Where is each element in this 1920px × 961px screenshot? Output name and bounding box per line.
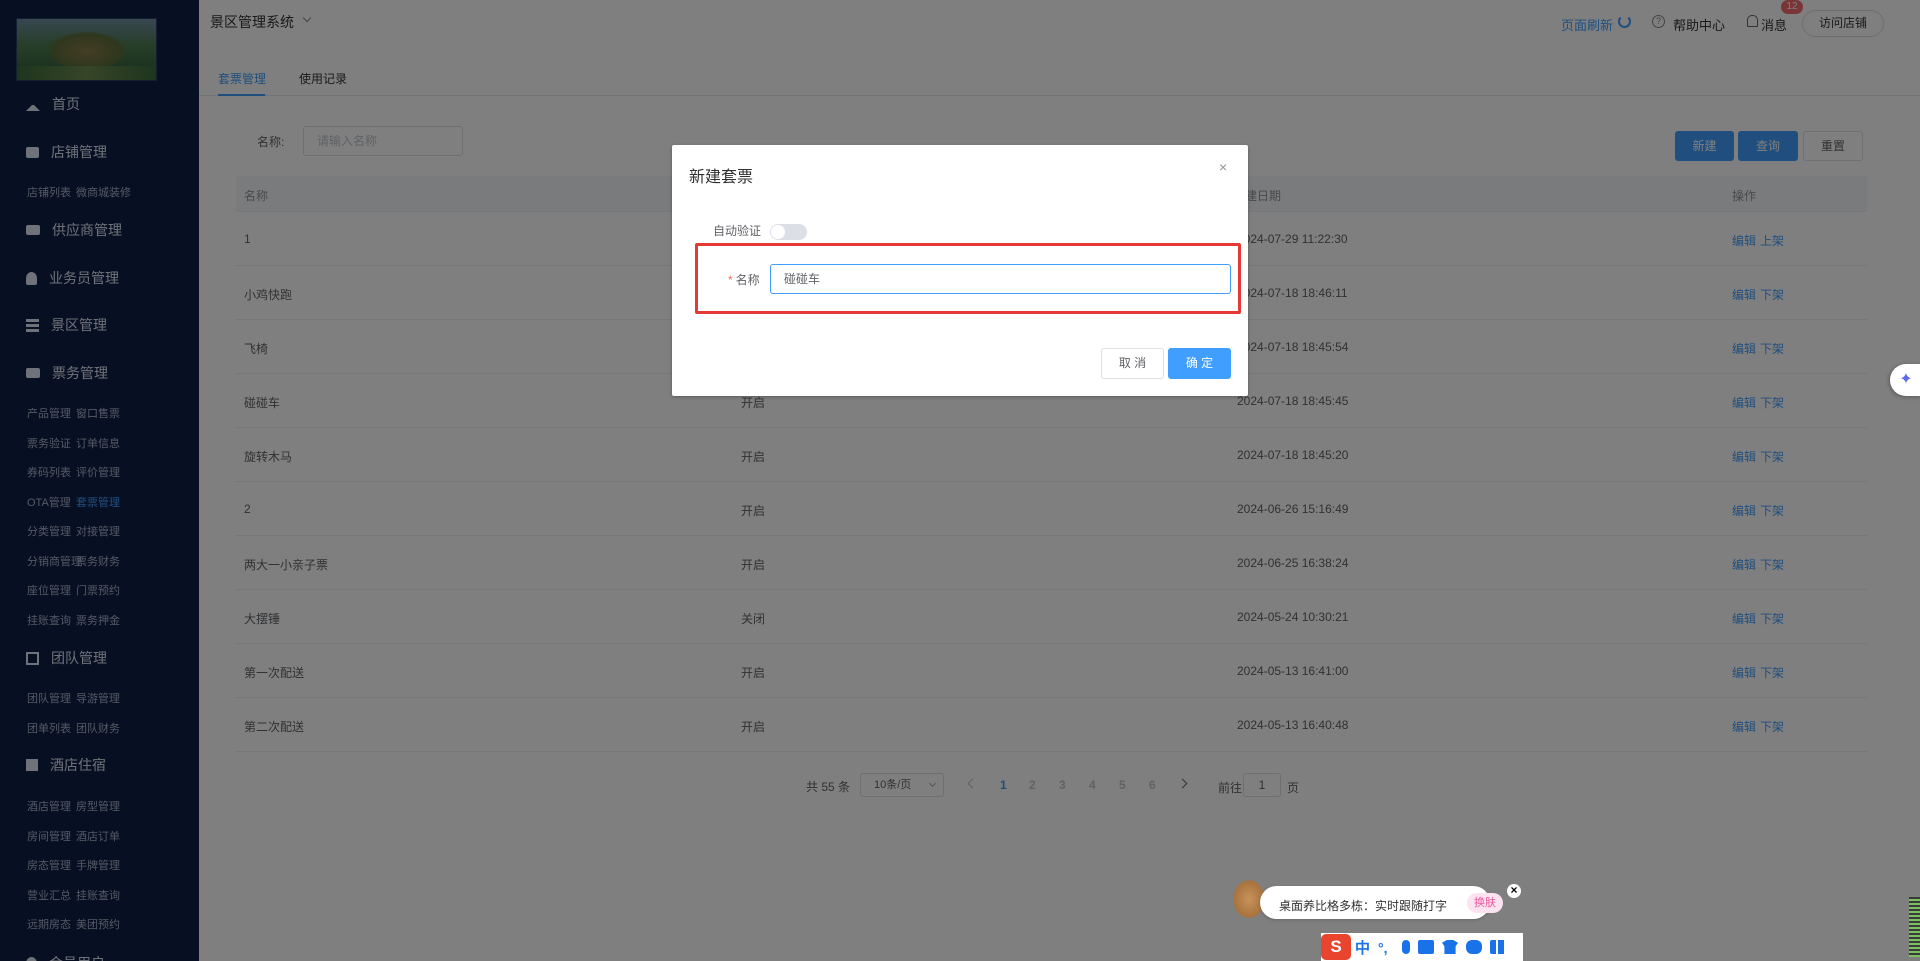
close-icon[interactable]: × [1219,159,1227,175]
keyboard-icon[interactable] [1418,940,1435,954]
ime-toolbar: S 中 °, [1321,933,1523,961]
ime-mode-toggle[interactable]: 中 [1355,937,1370,958]
grid-menu-icon[interactable] [1490,940,1507,954]
required-asterisk: * [728,273,733,287]
name-input[interactable]: 碰碰车 [770,264,1231,294]
microphone-icon[interactable] [1402,940,1411,954]
new-package-ticket-dialog: 新建套票 × 自动验证 * 名称 碰碰车 取 消 确 定 [672,145,1248,396]
skin-shirt-icon[interactable] [1442,940,1459,954]
ime-skin-chip[interactable]: 换肤 [1467,893,1503,913]
ime-promo-popup: 桌面养比格多栋：实时跟随打字 换肤 × [1230,876,1521,921]
name-label-text: 名称 [735,273,760,287]
sparkle-icon[interactable]: ✦ [1890,364,1920,396]
ime-promo-text[interactable]: 桌面养比格多栋：实时跟随打字 [1279,897,1447,914]
name-field-label: * 名称 [728,271,760,288]
auto-verify-label: 自动验证 [713,224,762,238]
dialog-title: 新建套票 [689,169,754,186]
punctuation-icon[interactable]: °, [1378,940,1394,956]
volume-meter [1909,897,1920,957]
cancel-button[interactable]: 取 消 [1101,348,1164,379]
switch-knob [771,225,785,239]
sogou-logo-icon[interactable]: S [1321,934,1351,960]
auto-verify-switch[interactable] [770,224,807,240]
gamepad-icon[interactable] [1466,940,1483,954]
close-icon[interactable]: × [1507,884,1521,898]
confirm-button[interactable]: 确 定 [1168,348,1231,379]
